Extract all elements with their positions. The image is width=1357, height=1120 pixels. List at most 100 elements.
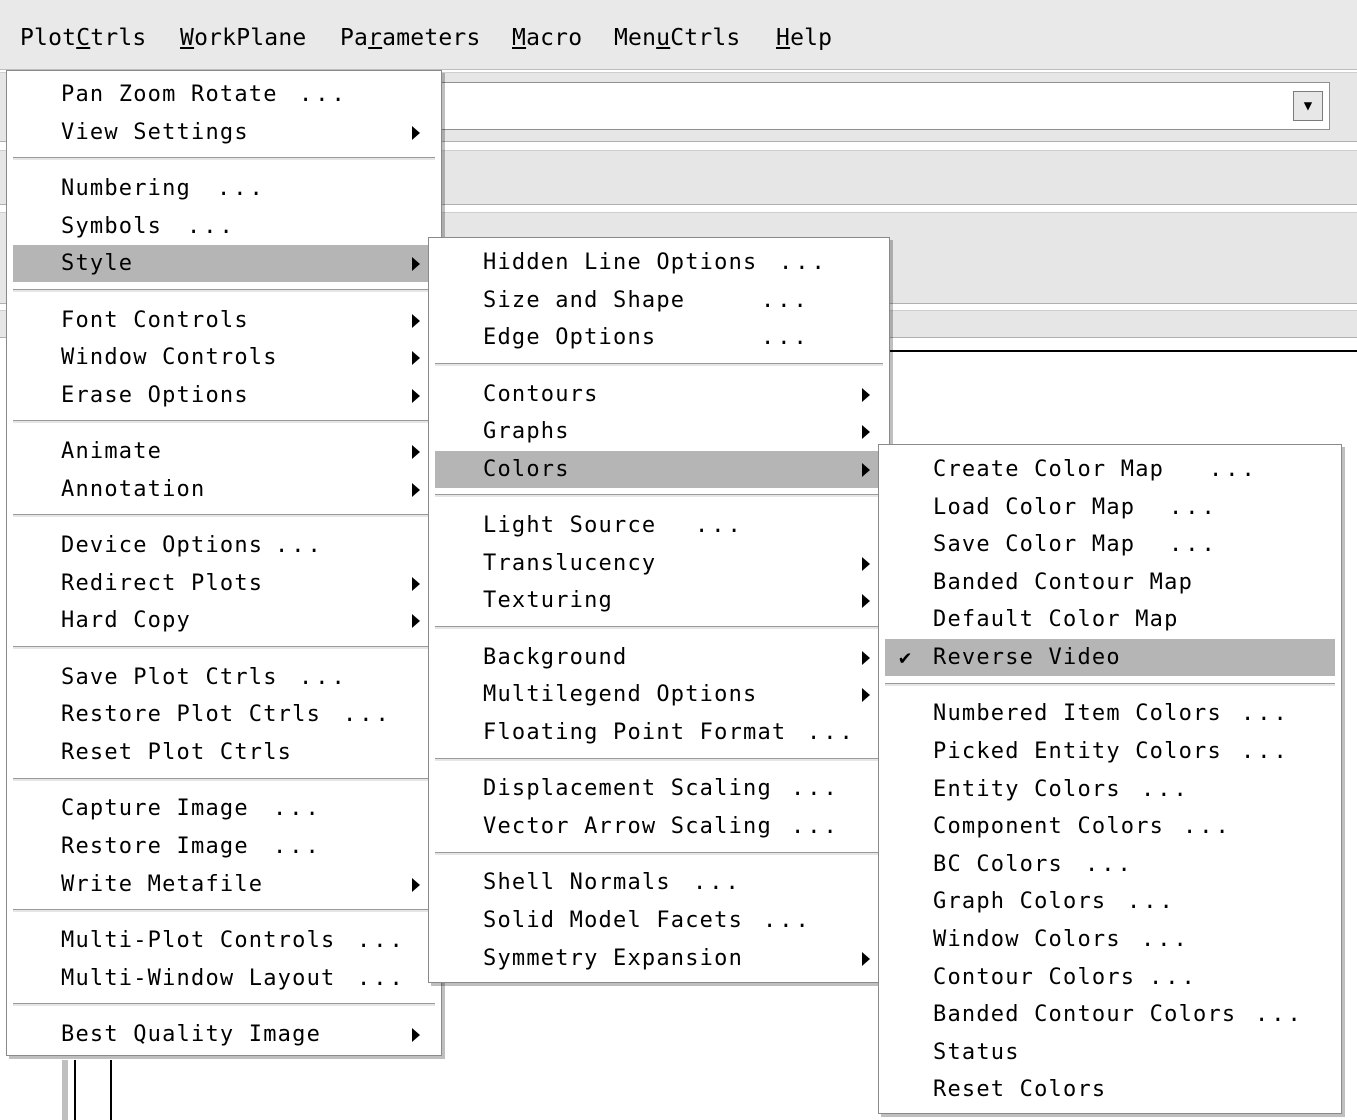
menubar-macro[interactable]: Macro (512, 22, 582, 54)
menu-item-symmetry-expansion[interactable]: Symmetry Expansion (429, 940, 889, 977)
menu-item-label: Save Plot Ctrls (61, 664, 278, 690)
ellipsis-indicator: ... (1241, 739, 1290, 764)
menu-item-write-metafile[interactable]: Write Metafile (7, 866, 441, 903)
menu-item-view-settings[interactable]: View Settings (7, 114, 441, 151)
menu-item-hidden-line-options[interactable]: Hidden Line Options... (429, 244, 889, 281)
menu-item-label: Capture Image (61, 796, 249, 822)
menu-item-label: Numbering (61, 176, 192, 201)
triangle-right-icon (412, 125, 420, 140)
menu-item-label: Banded Contour Map (933, 569, 1194, 595)
menubar-plotctrls[interactable]: PlotCtrls (20, 22, 146, 54)
triangle-right-icon (862, 462, 870, 477)
ellipsis-indicator: ... (273, 796, 322, 822)
menu-item-banded-contour-map[interactable]: Banded Contour Map (879, 564, 1341, 601)
menubar-parameters[interactable]: Parameters (340, 22, 481, 54)
menu-item-status[interactable]: Status (879, 1034, 1341, 1071)
menu-item-reset-colors[interactable]: Reset Colors (879, 1071, 1341, 1108)
menu-item-restore-plot-ctrls[interactable]: Restore Plot Ctrls... (7, 696, 441, 733)
menu-item-floating-point-format[interactable]: Floating Point Format... (429, 714, 889, 751)
menu-item-best-quality-image[interactable]: Best Quality Image (7, 1016, 441, 1053)
menu-item-multi-plot-controls[interactable]: Multi-Plot Controls... (7, 922, 441, 959)
menu-item-entity-colors[interactable]: Entity Colors... (879, 771, 1341, 808)
menu-item-reverse-video[interactable]: ✔ Reverse Video (885, 639, 1335, 676)
command-input[interactable]: ▼ (430, 82, 1330, 130)
menu-item-graphs[interactable]: Graphs (429, 413, 889, 450)
menu-item-banded-contour-colors[interactable]: Banded Contour Colors... (879, 996, 1341, 1033)
menu-item-component-colors[interactable]: Component Colors... (879, 808, 1341, 845)
menu-item-label: Colors (483, 456, 570, 482)
menubar-menuctrls[interactable]: MenuCtrls (614, 22, 740, 54)
menu-item-symbols[interactable]: Symbols... (7, 208, 441, 245)
menu-item-redirect-plots[interactable]: Redirect Plots (7, 565, 441, 602)
menu-item-label: Banded Contour Colors (933, 1002, 1237, 1028)
ellipsis-indicator: ... (791, 814, 840, 839)
menu-item-label: BC Colors (933, 851, 1064, 877)
plotctrls-menu: Pan Zoom Rotate... View Settings Numbering… (6, 70, 442, 1056)
menu-item-contours[interactable]: Contours (429, 376, 889, 413)
menu-item-vector-arrow-scaling[interactable]: Vector Arrow Scaling... (429, 808, 889, 845)
menu-item-style[interactable]: Style (13, 245, 435, 283)
background-line (74, 1060, 76, 1120)
ellipsis-indicator: ... (273, 834, 322, 859)
triangle-right-icon (412, 482, 420, 497)
menu-item-colors[interactable]: Colors (435, 450, 883, 488)
menu-item-numbered-item-colors[interactable]: Numbered Item Colors... (879, 695, 1341, 732)
menu-item-texturing[interactable]: Texturing (429, 582, 889, 619)
menubar-help[interactable]: Help (776, 22, 832, 54)
menu-item-displacement-scaling[interactable]: Displacement Scaling... (429, 770, 889, 807)
menu-item-label: Write Metafile (61, 871, 264, 897)
menu-item-window-colors[interactable]: Window Colors... (879, 921, 1341, 958)
menu-separator (13, 909, 435, 913)
menu-item-animate[interactable]: Animate (7, 433, 441, 470)
dropdown-arrow-icon[interactable]: ▼ (1293, 91, 1323, 121)
menu-item-window-controls[interactable]: Window Controls (7, 339, 441, 376)
menu-item-reset-plot-ctrls[interactable]: Reset Plot Ctrls (7, 734, 441, 771)
menu-item-label: Save Color Map (933, 532, 1136, 558)
menu-item-bc-colors[interactable]: BC Colors... (879, 846, 1341, 883)
menu-item-save-color-map[interactable]: Save Color Map... (879, 526, 1341, 563)
menu-item-pan-zoom-rotate[interactable]: Pan Zoom Rotate... (7, 76, 441, 113)
menu-item-solid-model-facets[interactable]: Solid Model Facets... (429, 902, 889, 939)
menu-item-contour-colors[interactable]: Contour Colors... (879, 959, 1341, 996)
menu-item-graph-colors[interactable]: Graph Colors... (879, 883, 1341, 920)
triangle-right-icon (412, 614, 420, 629)
menu-item-erase-options[interactable]: Erase Options (7, 377, 441, 414)
menu-item-numbering[interactable]: Numbering... (7, 170, 441, 207)
menu-item-annotation[interactable]: Annotation (7, 471, 441, 508)
menu-item-light-source[interactable]: Light Source... (429, 507, 889, 544)
ellipsis-indicator: ... (299, 82, 348, 107)
menu-item-multi-window-layout[interactable]: Multi-Window Layout... (7, 960, 441, 997)
menu-item-label: Reverse Video (933, 645, 1121, 670)
ellipsis-indicator: ... (1183, 814, 1232, 840)
menu-item-label: Symmetry Expansion (483, 945, 744, 971)
ellipsis-indicator: ... (763, 908, 812, 933)
menu-item-label: Default Color Map (933, 607, 1179, 633)
menu-item-translucency[interactable]: Translucency (429, 545, 889, 582)
ellipsis-indicator: ... (779, 250, 828, 275)
menu-item-background[interactable]: Background (429, 639, 889, 676)
ellipsis-indicator: ... (1085, 851, 1134, 877)
menu-item-default-color-map[interactable]: Default Color Map (879, 601, 1341, 638)
menu-item-font-controls[interactable]: Font Controls (7, 302, 441, 339)
menu-item-label: Restore Plot Ctrls (61, 702, 322, 728)
menu-item-picked-entity-colors[interactable]: Picked Entity Colors... (879, 733, 1341, 770)
menu-item-hard-copy[interactable]: Hard Copy (7, 602, 441, 639)
menu-item-label: Vector Arrow Scaling (483, 814, 772, 839)
menu-item-restore-image[interactable]: Restore Image... (7, 828, 441, 865)
menubar-workplane[interactable]: WorkPlane (180, 22, 306, 54)
menu-item-load-color-map[interactable]: Load Color Map... (879, 489, 1341, 526)
menu-item-shell-normals[interactable]: Shell Normals... (429, 864, 889, 901)
menu-item-size-and-shape[interactable]: Size and Shape... (429, 282, 889, 319)
menu-item-edge-options[interactable]: Edge Options... (429, 319, 889, 356)
menu-item-label: Restore Image (61, 834, 249, 859)
ellipsis-indicator: ... (1141, 927, 1190, 952)
menu-item-label: View Settings (61, 119, 249, 145)
menu-item-create-color-map[interactable]: Create Color Map... (879, 451, 1341, 488)
menu-item-label: Hard Copy (61, 608, 192, 634)
menu-item-multilegend-options[interactable]: Multilegend Options (429, 676, 889, 713)
menu-item-capture-image[interactable]: Capture Image... (7, 790, 441, 827)
ellipsis-indicator: ... (1141, 776, 1190, 802)
ellipsis-indicator: ... (761, 287, 810, 313)
menu-item-save-plot-ctrls[interactable]: Save Plot Ctrls... (7, 659, 441, 696)
menu-item-device-options[interactable]: Device Options... (7, 527, 441, 564)
